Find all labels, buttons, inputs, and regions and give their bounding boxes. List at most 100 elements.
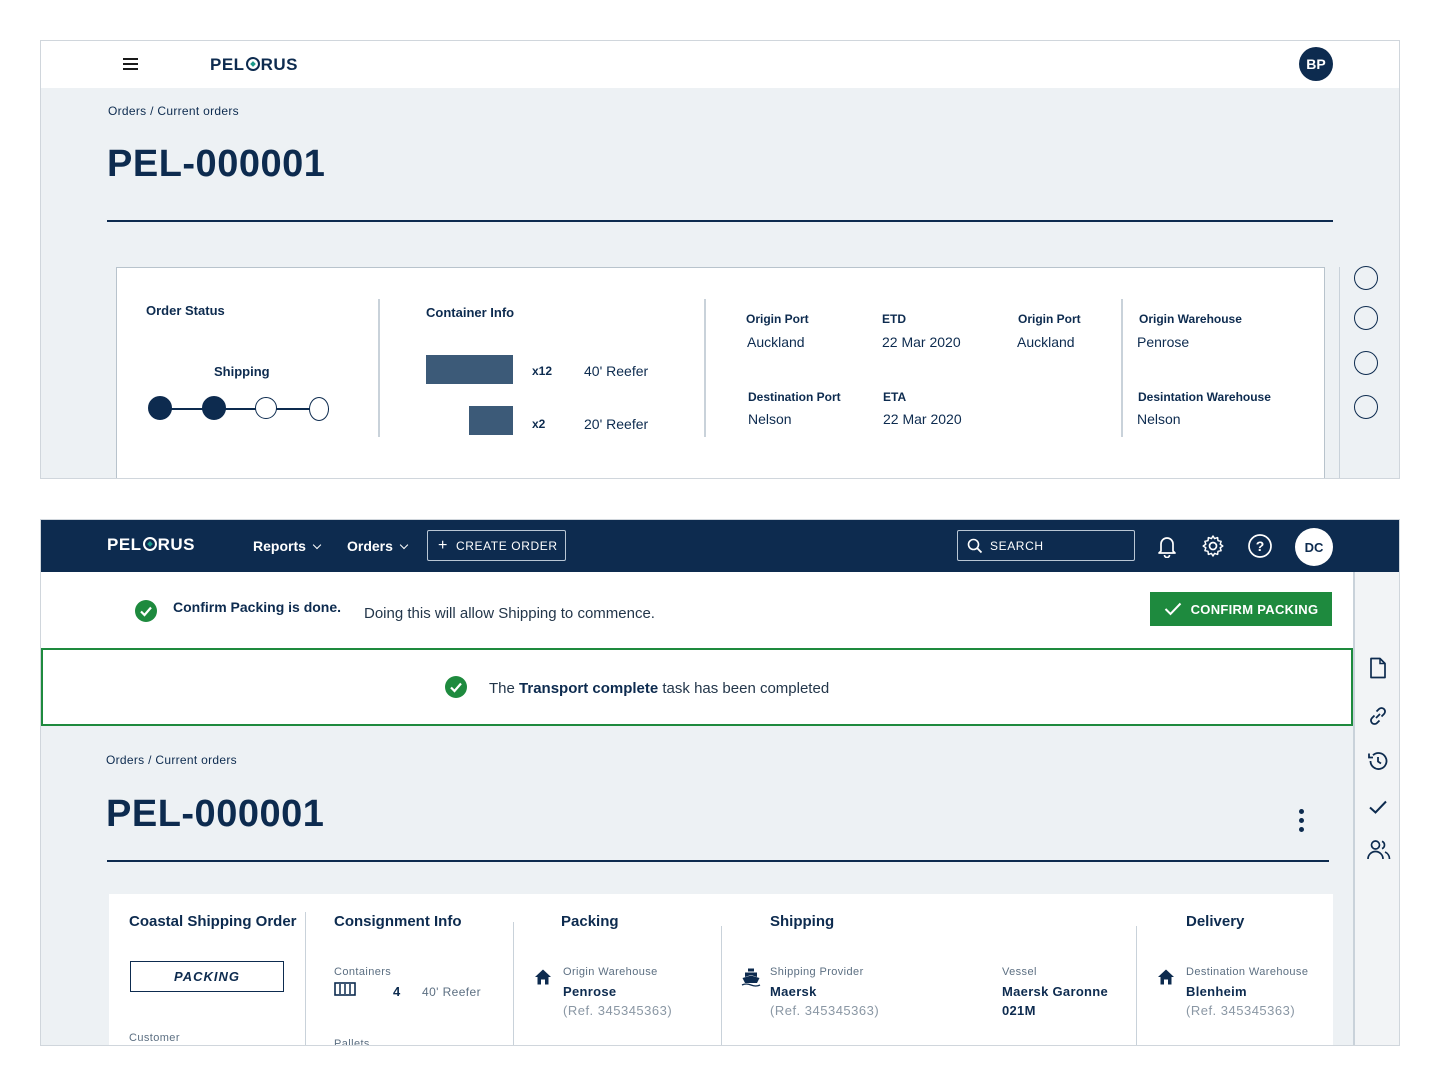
history-icon[interactable] bbox=[1366, 749, 1390, 773]
document-icon[interactable] bbox=[1369, 657, 1387, 679]
rail-circle-icon[interactable] bbox=[1354, 351, 1378, 375]
search-icon bbox=[967, 538, 983, 554]
right-rail bbox=[1353, 572, 1399, 1045]
shipping-ref: (Ref. 345345363) bbox=[770, 1003, 880, 1018]
origin-warehouse-label: Origin Warehouse bbox=[563, 966, 658, 978]
help-icon[interactable]: ? bbox=[1247, 533, 1273, 559]
avatar[interactable]: BP bbox=[1299, 47, 1333, 81]
page-title: PEL-000001 bbox=[107, 143, 326, 185]
avatar[interactable]: DC bbox=[1295, 528, 1333, 566]
search-input[interactable]: SEARCH bbox=[957, 530, 1135, 561]
destination-warehouse-value: Blenheim bbox=[1186, 984, 1247, 999]
eta-value: 22 Mar 2020 bbox=[883, 411, 962, 427]
nav-orders[interactable]: Orders bbox=[347, 538, 409, 554]
chevron-down-icon bbox=[312, 540, 322, 550]
origin-warehouse-value: Penrose bbox=[1137, 334, 1190, 350]
svg-text:?: ? bbox=[1256, 538, 1265, 554]
breadcrumb[interactable]: Orders / Current orders bbox=[108, 104, 239, 118]
consignment-heading: Consignment Info bbox=[334, 913, 462, 930]
confirm-description: Doing this will allow Shipping to commen… bbox=[364, 605, 655, 622]
create-order-button[interactable]: + CREATE ORDER bbox=[427, 530, 566, 561]
shipping-provider-value: Maersk bbox=[770, 984, 817, 999]
container-bar-40 bbox=[426, 355, 513, 384]
container-icon bbox=[334, 982, 356, 996]
home-icon bbox=[1158, 969, 1174, 985]
packing-ref: (Ref. 345345363) bbox=[563, 1003, 673, 1018]
confirm-packing-button[interactable]: CONFIRM PACKING bbox=[1150, 592, 1332, 626]
pallets-label: Pallets bbox=[334, 1038, 370, 1046]
check-circle-icon bbox=[135, 600, 157, 622]
logo[interactable]: PEL RUS bbox=[210, 55, 298, 75]
vessel-label: Vessel bbox=[1002, 966, 1037, 978]
rail-divider bbox=[1339, 267, 1340, 478]
vessel-name: Maersk Garonne bbox=[1002, 984, 1109, 999]
dest-port-value: Nelson bbox=[748, 411, 792, 427]
order-status-current: Shipping bbox=[214, 364, 270, 379]
etd-label: ETD bbox=[882, 312, 906, 326]
rail-circle-icon[interactable] bbox=[1354, 306, 1378, 330]
shipping-provider-label: Shipping Provider bbox=[770, 966, 864, 978]
bottom-screen: PEL RUS Reports Orders + CREATE ORDER SEAR… bbox=[40, 519, 1400, 1046]
gear-icon[interactable] bbox=[1201, 534, 1225, 558]
eta-label: ETA bbox=[883, 390, 907, 404]
status-step-1 bbox=[148, 396, 172, 420]
plus-icon: + bbox=[438, 536, 448, 554]
bell-icon[interactable] bbox=[1156, 534, 1178, 558]
title-divider bbox=[107, 220, 1333, 222]
breadcrumb[interactable]: Orders / Current orders bbox=[106, 753, 237, 767]
destination-warehouse-label: Destination Warehouse bbox=[1186, 966, 1309, 978]
menu-icon[interactable] bbox=[123, 57, 139, 71]
status-track bbox=[169, 408, 329, 410]
etd-value: 22 Mar 2020 bbox=[882, 334, 961, 350]
delivery-ref: (Ref. 345345363) bbox=[1186, 1003, 1296, 1018]
origin-port-value: Auckland bbox=[1017, 334, 1075, 350]
order-summary-card: Order Status Shipping Container Info x12… bbox=[116, 267, 1325, 478]
checkmark-icon[interactable] bbox=[1367, 798, 1389, 816]
status-badge: PACKING bbox=[130, 961, 284, 992]
logo-compass-icon bbox=[245, 57, 260, 71]
status-step-4 bbox=[309, 397, 329, 421]
origin-port-value: Auckland bbox=[747, 334, 805, 350]
order-type: Coastal Shipping Order bbox=[129, 913, 297, 930]
rail-circle-icon[interactable] bbox=[1354, 395, 1378, 419]
status-step-3 bbox=[255, 397, 277, 419]
confirm-packing-bar: Confirm Packing is done. Doing this will… bbox=[41, 572, 1353, 648]
vessel-voyage: 021M bbox=[1002, 1003, 1036, 1018]
rail-circle-icon[interactable] bbox=[1354, 266, 1378, 290]
link-icon[interactable] bbox=[1366, 704, 1390, 728]
top-screen: PEL RUS BP Orders / Current orders PEL-00… bbox=[40, 40, 1400, 479]
more-options-icon[interactable] bbox=[1299, 809, 1305, 835]
ship-icon bbox=[741, 968, 761, 987]
dest-warehouse-label: Desintation Warehouse bbox=[1138, 390, 1271, 404]
card-divider bbox=[721, 926, 722, 1045]
origin-warehouse-label: Origin Warehouse bbox=[1139, 312, 1242, 326]
dest-port-label: Destination Port bbox=[748, 390, 841, 404]
confirm-title: Confirm Packing is done. bbox=[173, 599, 342, 615]
delivery-heading: Delivery bbox=[1186, 913, 1245, 930]
nav-reports[interactable]: Reports bbox=[253, 538, 322, 554]
home-icon bbox=[535, 969, 551, 985]
title-divider bbox=[107, 860, 1329, 862]
shipping-heading: Shipping bbox=[770, 913, 835, 930]
logo[interactable]: PEL RUS bbox=[107, 535, 195, 555]
card-divider bbox=[513, 922, 514, 1045]
card-divider bbox=[1121, 299, 1123, 437]
containers-qty: 4 bbox=[393, 984, 401, 999]
origin-warehouse-value: Penrose bbox=[563, 984, 617, 999]
containers-type: 40' Reefer bbox=[422, 985, 481, 999]
top-nav: PEL RUS Reports Orders + CREATE ORDER SEAR… bbox=[41, 520, 1399, 572]
users-icon[interactable] bbox=[1366, 838, 1392, 862]
container-info-heading: Container Info bbox=[426, 305, 515, 320]
container-qty: x12 bbox=[532, 364, 553, 378]
status-step-2 bbox=[202, 396, 226, 420]
customer-label: Customer bbox=[129, 1032, 180, 1044]
container-qty: x2 bbox=[532, 417, 546, 431]
container-bar-20 bbox=[469, 406, 513, 435]
origin-port-label: Origin Port bbox=[1018, 312, 1081, 326]
order-status-heading: Order Status bbox=[146, 303, 225, 318]
task-complete-message: The Transport complete task has been com… bbox=[489, 680, 830, 697]
checkmark-icon bbox=[1164, 602, 1181, 616]
packing-heading: Packing bbox=[561, 913, 619, 930]
card-divider bbox=[1136, 926, 1137, 1045]
order-details-card: Coastal Shipping Order PACKING Customer … bbox=[109, 894, 1333, 1046]
